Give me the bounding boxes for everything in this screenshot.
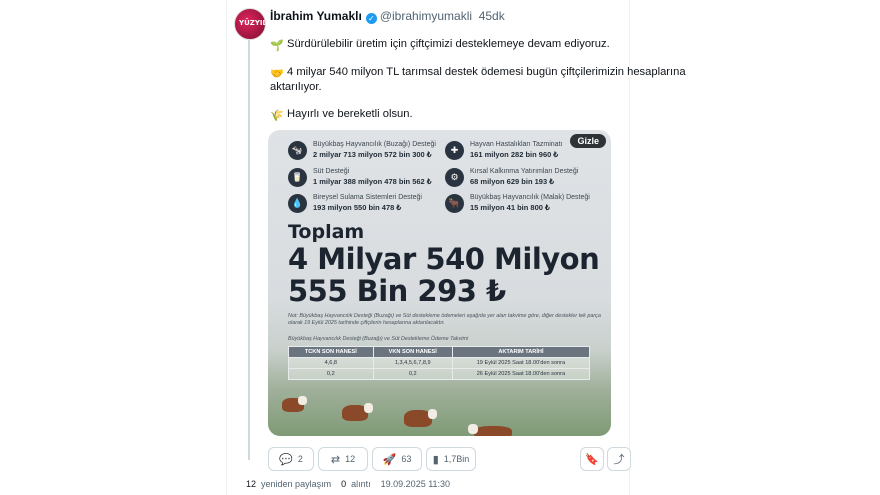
table-cell: 19 Eylül 2025 Saat 18.00'den sonra [451,357,591,369]
retweet-button[interactable]: ⇄ 12 [318,447,368,471]
table-row: 0,2 0,2 26 Eylül 2025 Saat 18.00'den son… [288,368,591,380]
views-icon: ▮ [432,453,439,466]
retweet-count: 12 [345,454,356,464]
bookmark-button[interactable]: 🔖 [580,447,604,471]
tweet-stats: 12 yeniden paylaşım 0 alıntı 19.09.2025 … [246,479,450,489]
schedule-title: Büyükbaş Hayvancılık Desteği (Buzağı) ve… [288,336,469,342]
support-amount: 161 milyon 282 bin 960 ₺ [470,150,559,159]
column-header: AKTARIM TARİHİ [451,346,591,358]
like-count: 63 [401,454,412,464]
author-name[interactable]: İbrahim Yumaklı [270,9,362,23]
support-label: Bireysel Sulama Sistemleri Desteği [313,194,422,201]
thread-line [248,40,250,460]
support-label: Hayvan Hastalıkları Tazminatı [470,141,563,148]
views-button[interactable]: ▮ 1,7Bin [426,447,476,471]
gear-icon: ⚙ [445,168,464,187]
author-handle[interactable]: @ibrahimyumakli [380,9,472,23]
total-label: Toplam [288,221,365,243]
reply-count: 2 [297,454,303,464]
support-label: Kırsal Kalkınma Yatırımları Desteği [470,168,579,175]
support-amount: 2 milyar 713 milyon 572 bin 300 ₺ [313,150,432,159]
verified-icon: ✓ [365,13,377,24]
milk-icon: 🥛 [288,168,307,187]
total-amount-line1: 4 Milyar 540 Milyon [288,242,600,276]
payment-schedule-table: TCKN SON HANESİ VKN SON HANESİ AKTARIM T… [288,346,591,380]
stat-retweet-count[interactable]: 12 [246,479,256,489]
tweet-image[interactable]: Gizle 🐄 Büyükbaş Hayvancılık (Buzağı) De… [268,130,611,436]
column-header: VKN SON HANESİ [372,346,453,358]
tweet-line-2b: aktarılıyor. [270,81,322,93]
stat-quote-label[interactable]: alıntı [351,479,371,489]
seedling-icon: 🌱 [270,40,284,52]
tweet-line-3: 🌾 Hayırlı ve bereketli olsun. [270,108,413,123]
rocket-icon: 🚀 [382,453,397,466]
stat-quote-count[interactable]: 0 [341,479,346,489]
stat-retweet-label[interactable]: yeniden paylaşım [261,479,331,489]
support-amount: 1 milyar 388 milyon 478 bin 562 ₺ [313,177,432,186]
table-cell: 26 Eylül 2025 Saat 18.00'den sonra [451,368,591,380]
avatar[interactable]: YÜZYIL [234,8,266,40]
table-cell: 0,2 [288,368,374,380]
tweet-datetime: 19.09.2025 11:30 [380,479,451,489]
calf-icon: 🐂 [445,194,464,213]
like-button[interactable]: 🚀 63 [372,447,422,471]
reply-button[interactable]: 💬 2 [268,447,314,471]
support-amount: 15 milyon 41 bin 800 ₺ [470,203,550,212]
support-amount: 193 milyon 550 bin 478 ₺ [313,203,402,212]
views-count: 1,7Bin [443,454,470,464]
share-button[interactable]: ⤴ [607,447,631,471]
tweet-text-1: Sürdürülebilir üretim için çiftçimizi de… [287,38,610,50]
tweet-text-2b: aktarılıyor. [270,81,322,93]
reply-icon: 💬 [279,453,293,466]
column-header: TCKN SON HANESİ [288,346,374,358]
table-cell: 0,2 [372,368,453,380]
support-label: Süt Desteği [313,168,350,175]
tweet-text-2a: 4 milyar 540 milyon TL tarımsal destek ö… [287,66,686,78]
tweet-line-2: 🤝 4 milyar 540 milyon TL tarımsal destek … [270,66,686,81]
table-header-row: TCKN SON HANESİ VKN SON HANESİ AKTARIM T… [288,346,591,358]
wheat-icon: 🌾 [270,110,284,122]
bookmark-icon: 🔖 [585,453,599,466]
avatar-text: YÜZYIL [239,19,266,27]
support-label: Büyükbaş Hayvancılık (Malak) Desteği [470,194,590,201]
cow-icon: 🐄 [288,141,307,160]
tweet-line-1: 🌱 Sürdürülebilir üretim için çiftçimizi d… [270,38,610,53]
retweet-icon: ⇄ [330,453,341,466]
tweet-text-3: Hayırlı ve bereketli olsun. [287,108,413,120]
hide-button[interactable]: Gizle [570,134,606,148]
share-icon: ⤴ [613,454,625,466]
vet-icon: ✚ [445,141,464,160]
handshake-icon: 🤝 [270,68,284,80]
tweet-time[interactable]: 45dk [479,9,505,23]
support-label: Büyükbaş Hayvancılık (Buzağı) Desteği [313,141,436,148]
support-amount: 68 milyon 629 bin 193 ₺ [470,177,554,186]
table-cell: 1,3,4,5,6,7,8,9 [372,357,453,369]
table-row: 4,6,8 1,3,4,5,6,7,8,9 19 Eylül 2025 Saat… [288,357,591,369]
tweet-header: İbrahim Yumaklı ✓ @ibrahimyumakli 45dk [270,9,505,24]
irrigation-icon: 💧 [288,194,307,213]
payment-note: Not: Büyükbaş Hayvancılık Desteği (Buzağ… [288,313,601,326]
total-amount-line2: 555 Bin 293 ₺ [288,274,506,308]
table-cell: 4,6,8 [288,357,374,369]
